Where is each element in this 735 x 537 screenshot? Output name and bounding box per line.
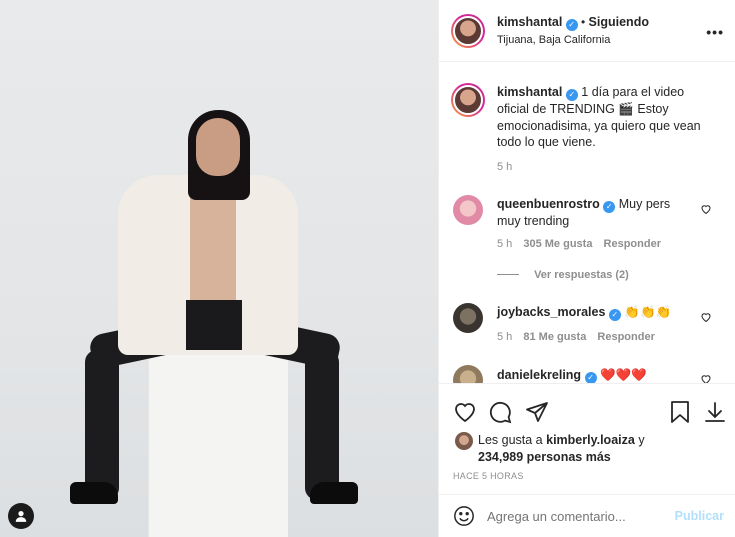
comment-time[interactable]: 5 h (497, 238, 512, 250)
comment-composer: Publicar (439, 494, 735, 537)
likes-conj: y (638, 433, 645, 447)
likes-summary: Les gusta a kimberly.loaiza y 234,989 pe… (478, 432, 718, 465)
publish-button[interactable]: Publicar (675, 509, 724, 523)
location-link[interactable]: Tijuana, Baja California (497, 34, 610, 46)
comment-likes[interactable]: 305 Me gusta (523, 238, 592, 250)
caption: kimshantal ✓ 1 día para el video oficial… (439, 63, 735, 183)
view-replies-label: Ver respuestas (2) (534, 269, 629, 281)
header-username[interactable]: kimshantal (497, 15, 562, 29)
reply-button[interactable]: Responder (597, 331, 654, 343)
comments-list: kimshantal ✓ 1 día para el video oficial… (439, 63, 735, 383)
photo-shoe (310, 482, 358, 504)
photo-leg (85, 350, 119, 500)
comment-time[interactable]: 5 h (497, 331, 512, 343)
save-bookmark-icon[interactable] (669, 400, 691, 424)
photo-stool (148, 352, 288, 537)
comment-text: 👏👏👏 (624, 305, 672, 319)
comment-like-heart-icon[interactable] (700, 373, 712, 383)
view-replies-button[interactable]: Ver respuestas (2) (497, 269, 629, 281)
post-timestamp[interactable]: HACE 5 HORAS (453, 471, 524, 481)
caption-text: 1 día para el video (581, 85, 685, 99)
comment-username[interactable]: queenbuenrostro (497, 197, 600, 211)
photo-face (196, 118, 240, 176)
avatar[interactable] (453, 303, 483, 333)
comment-bubble-icon[interactable] (488, 400, 512, 424)
liked-by-user[interactable]: kimberly.loaiza (546, 433, 635, 447)
download-icon[interactable] (703, 400, 727, 424)
photo-shoe (70, 482, 118, 504)
post-header: kimshantal ✓ • Siguiendo Tijuana, Baja C… (439, 0, 735, 62)
comment-text: Muy pers (618, 197, 671, 211)
emoji-icon[interactable] (453, 505, 475, 527)
replies-divider (497, 274, 519, 275)
avatar[interactable] (451, 83, 485, 117)
likes-prefix: Les gusta a (478, 433, 543, 447)
avatar[interactable] (453, 195, 483, 225)
share-send-icon[interactable] (525, 400, 549, 424)
photo-shorts (186, 300, 242, 350)
post-actions: Les gusta a kimberly.loaiza y 234,989 pe… (439, 383, 735, 493)
caption-text: todo lo que viene. (497, 135, 596, 149)
avatar[interactable] (451, 14, 485, 48)
post-sidebar: kimshantal ✓ • Siguiendo Tijuana, Baja C… (438, 0, 735, 537)
header-separator: • (581, 15, 586, 29)
comment-username[interactable]: joybacks_morales (497, 305, 605, 319)
following-button[interactable]: Siguiendo (589, 15, 649, 29)
verified-badge-icon: ✓ (584, 372, 597, 383)
like-heart-icon[interactable] (453, 400, 477, 424)
avatar[interactable] (453, 365, 483, 383)
comment-text: muy trending (497, 214, 570, 228)
post-photo[interactable] (0, 0, 438, 537)
likes-count[interactable]: 234,989 personas más (478, 450, 611, 464)
comment-like-heart-icon[interactable] (700, 311, 712, 323)
caption-time[interactable]: 5 h (497, 161, 512, 173)
caption-username[interactable]: kimshantal (497, 85, 562, 99)
comment-input[interactable] (487, 507, 667, 525)
comment-item: queenbuenrostro ✓ Muy pers muy trending … (439, 191, 735, 287)
comment-text: ❤️❤️❤️ (600, 368, 647, 382)
caption-text: oficial de TRENDING 🎬 Estoy (497, 102, 669, 116)
reply-button[interactable]: Responder (604, 238, 661, 250)
user-tag-icon[interactable] (8, 503, 34, 529)
comment-item: joybacks_morales ✓ 👏👏👏 5 h 81 Me gusta R… (439, 299, 735, 349)
avatar[interactable] (455, 432, 473, 450)
verified-badge-icon: ✓ (565, 19, 578, 31)
photo-leg (305, 350, 339, 500)
verified-badge-icon: ✓ (608, 309, 621, 321)
comment-username[interactable]: danielekreling (497, 368, 581, 382)
comment-likes[interactable]: 81 Me gusta (523, 331, 586, 343)
comment-item: danielekreling ✓ ❤️❤️❤️ (439, 363, 735, 383)
verified-badge-icon: ✓ (565, 89, 578, 101)
more-options-icon[interactable]: ••• (706, 24, 724, 40)
comment-like-heart-icon[interactable] (700, 203, 712, 215)
verified-badge-icon: ✓ (603, 201, 616, 213)
caption-text: emocionadisima, ya quiero que vean (497, 118, 701, 133)
